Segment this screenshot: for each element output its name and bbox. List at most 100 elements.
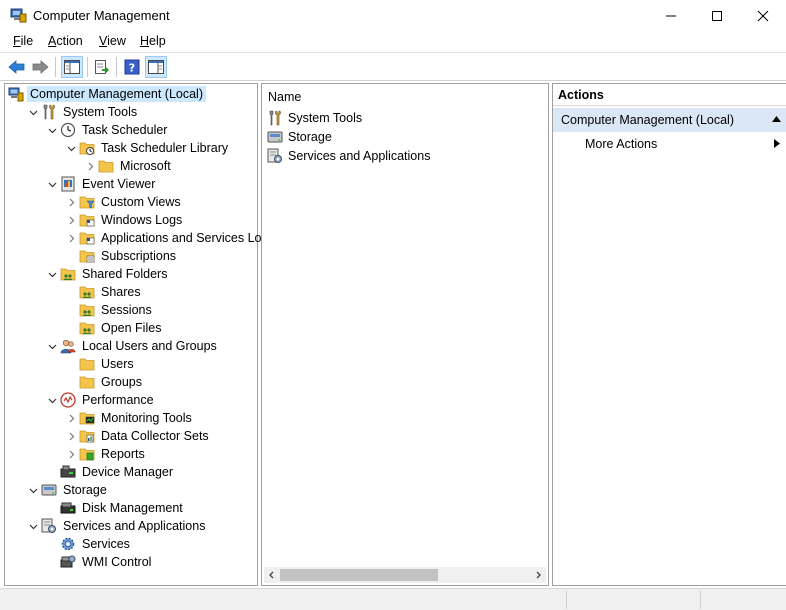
show-hide-console-tree-button[interactable] [61, 56, 83, 78]
tree-item-services-and-applications[interactable]: Services and Applications [26, 517, 207, 535]
tree-item-sessions[interactable]: Sessions [64, 301, 154, 319]
shared-folder-icon [78, 302, 96, 318]
chevron-down-icon[interactable] [45, 393, 59, 407]
tree-item-shared-folders[interactable]: Shared Folders [45, 265, 169, 283]
actions-section-computer-management[interactable]: Computer Management (Local) [553, 108, 786, 132]
console-tree-icon [64, 60, 80, 74]
tree-item-label: Services and Applications [63, 519, 206, 533]
folder-icon [97, 158, 115, 174]
close-icon [757, 10, 769, 21]
tree-item-groups[interactable]: Groups [64, 373, 144, 391]
show-hide-action-pane-button[interactable] [145, 56, 167, 78]
list-item-storage[interactable]: Storage [266, 128, 334, 146]
chevron-down-icon[interactable] [45, 339, 59, 353]
minimize-button[interactable] [648, 0, 694, 31]
computer-management-app-icon [10, 7, 27, 23]
chevron-down-icon[interactable] [26, 483, 40, 497]
tree-item-services[interactable]: Services [45, 535, 132, 553]
tree-item-label: Shares [101, 285, 141, 299]
results-pane[interactable]: Name System Tools Storage Services and App… [261, 83, 549, 586]
wmi-control-icon [59, 554, 77, 570]
chevron-down-icon[interactable] [64, 141, 78, 155]
toolbar: ? [0, 53, 786, 81]
tree-item-disk-management[interactable]: Disk Management [45, 499, 185, 517]
tree-item-task-scheduler-library[interactable]: Task Scheduler Library [64, 139, 230, 157]
scroll-right-button[interactable] [532, 569, 544, 581]
folder-reports-icon [78, 446, 96, 462]
chevron-right-icon[interactable] [64, 447, 78, 461]
tree-item-monitoring-tools[interactable]: Monitoring Tools [64, 409, 194, 427]
chevron-down-icon[interactable] [45, 177, 59, 191]
tree-item-data-collector-sets[interactable]: Data Collector Sets [64, 427, 211, 445]
menu-view[interactable]: View [99, 34, 126, 48]
toolbar-separator [87, 57, 88, 77]
tree-item-microsoft[interactable]: Microsoft [83, 157, 173, 175]
chevron-down-icon[interactable] [45, 123, 59, 137]
list-item-services-and-applications[interactable]: Services and Applications [266, 147, 432, 165]
tree-item-event-viewer[interactable]: Event Viewer [45, 175, 157, 193]
chevron-right-icon[interactable] [64, 411, 78, 425]
menu-file[interactable]: File [13, 34, 33, 48]
tree-item-users[interactable]: Users [64, 355, 136, 373]
console-tree[interactable]: Computer Management (Local) System Tools T… [4, 83, 275, 586]
collapse-up-icon[interactable] [772, 116, 781, 122]
tree-item-label: Storage [63, 483, 107, 497]
tree-item-label: Disk Management [82, 501, 183, 515]
more-actions-item[interactable]: More Actions [585, 137, 657, 151]
tree-item-performance[interactable]: Performance [45, 391, 156, 409]
horizontal-scrollbar[interactable] [264, 567, 546, 583]
scroll-thumb[interactable] [280, 569, 438, 581]
tree-item-wmi-control[interactable]: WMI Control [45, 553, 153, 571]
tree-item-applications-and-services-logs[interactable]: Applications and Services Logs [64, 229, 277, 247]
tree-item-reports[interactable]: Reports [64, 445, 147, 463]
list-item-label: System Tools [288, 111, 363, 125]
tree-item-label: Subscriptions [101, 249, 177, 263]
tree-item-label: Open Files [101, 321, 162, 335]
tree-item-computer-management-local[interactable]: Computer Management (Local) [7, 85, 206, 103]
tree-item-task-scheduler[interactable]: Task Scheduler [45, 121, 169, 139]
chevron-right-icon[interactable] [64, 231, 78, 245]
chevron-down-icon[interactable] [26, 105, 40, 119]
tree-item-system-tools[interactable]: System Tools [26, 103, 139, 121]
chevron-right-icon[interactable] [83, 159, 97, 173]
chevron-right-icon[interactable] [64, 213, 78, 227]
tree-item-local-users-and-groups[interactable]: Local Users and Groups [45, 337, 219, 355]
close-button[interactable] [740, 0, 786, 31]
tree-item-storage[interactable]: Storage [26, 481, 109, 499]
chevron-down-icon[interactable] [45, 267, 59, 281]
help-button[interactable]: ? [121, 56, 143, 78]
export-list-button[interactable] [91, 56, 113, 78]
system-tools-icon [40, 104, 58, 120]
forward-button[interactable] [29, 56, 51, 78]
tree-item-shares[interactable]: Shares [64, 283, 143, 301]
submenu-arrow-icon[interactable] [774, 139, 780, 148]
shared-folder-icon [78, 284, 96, 300]
tree-item-custom-views[interactable]: Custom Views [64, 193, 183, 211]
tree-item-windows-logs[interactable]: Windows Logs [64, 211, 184, 229]
tree-item-label: Task Scheduler Library [101, 141, 229, 155]
services-applications-icon [266, 148, 284, 164]
maximize-button[interactable] [694, 0, 740, 31]
tree-item-device-manager[interactable]: Device Manager [45, 463, 175, 481]
tree-item-label: Reports [101, 447, 145, 461]
tree-item-label: System Tools [63, 105, 138, 119]
chevron-right-icon[interactable] [64, 429, 78, 443]
maximize-icon [712, 10, 722, 21]
name-column-header[interactable]: Name [268, 90, 301, 104]
menu-action[interactable]: Action [48, 34, 83, 48]
tree-item-label: Windows Logs [101, 213, 183, 227]
menu-help[interactable]: Help [140, 34, 166, 48]
scroll-left-button[interactable] [266, 569, 278, 581]
actions-section-label: Computer Management (Local) [561, 113, 734, 127]
tree-item-label: Event Viewer [82, 177, 156, 191]
folder-data-icon [78, 428, 96, 444]
chevron-down-icon[interactable] [26, 519, 40, 533]
chevron-right-icon[interactable] [64, 195, 78, 209]
tree-item-subscriptions[interactable]: Subscriptions [64, 247, 178, 265]
list-item-system-tools[interactable]: System Tools [266, 109, 364, 127]
tree-item-open-files[interactable]: Open Files [64, 319, 163, 337]
back-button[interactable] [6, 56, 28, 78]
